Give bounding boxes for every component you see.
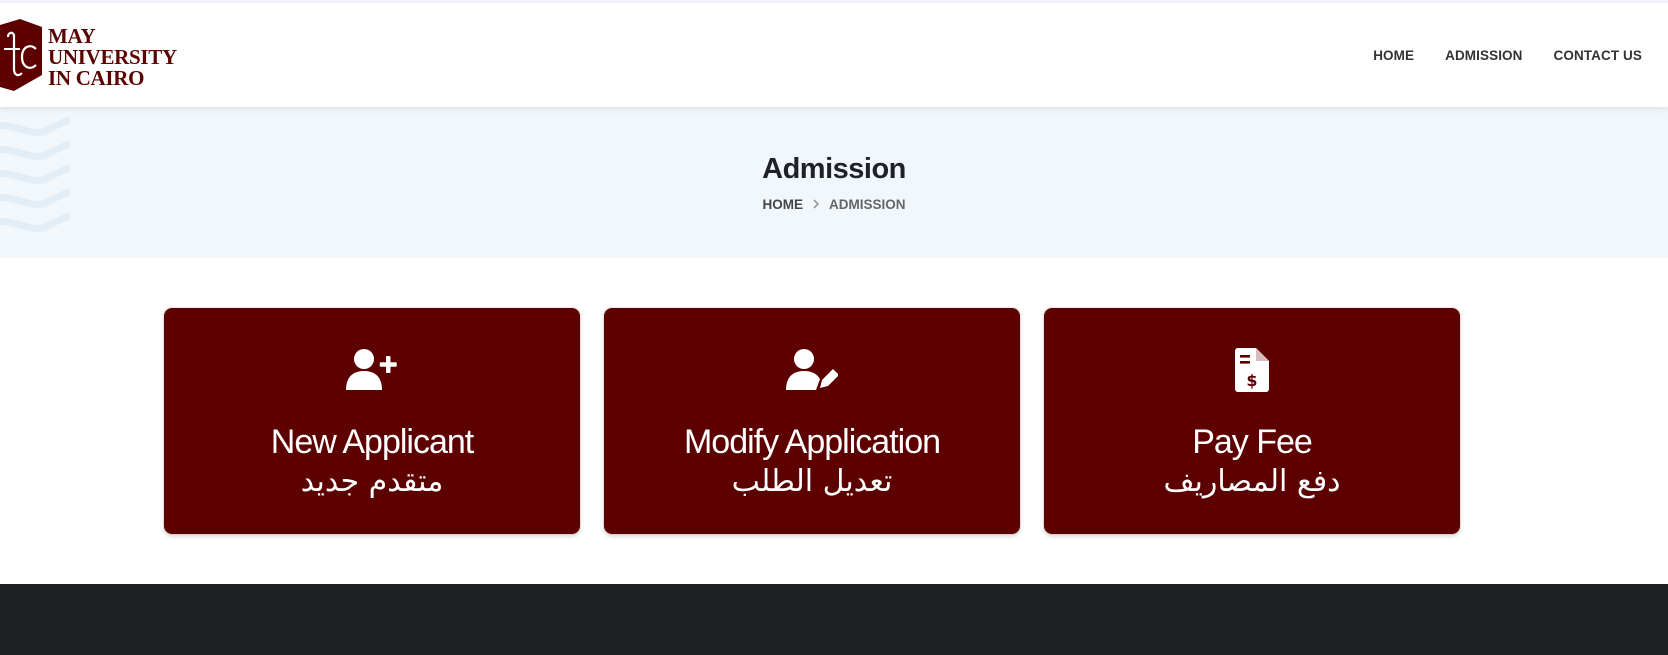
new-applicant-card[interactable]: New Applicant متقدم جديد bbox=[164, 308, 580, 534]
logo-line-3: IN CAIRO bbox=[48, 65, 145, 90]
page-title: Admission bbox=[762, 153, 906, 185]
nav-contact-us[interactable]: CONTACT US bbox=[1554, 48, 1643, 63]
page-banner: Admission HOME ADMISSION bbox=[0, 107, 1668, 258]
nav-admission[interactable]: ADMISSION bbox=[1445, 48, 1522, 63]
invoice-dollar-icon: $ bbox=[1044, 348, 1460, 392]
card-subtitle: متقدم جديد bbox=[300, 464, 444, 499]
card-subtitle: دفع المصاريف bbox=[1163, 464, 1341, 499]
card-title: Pay Fee bbox=[1192, 423, 1313, 461]
logo-wordmark: MAY UNIVERSITY IN CAIRO bbox=[48, 23, 177, 90]
breadcrumb-current: ADMISSION bbox=[828, 197, 906, 212]
user-plus-icon bbox=[164, 348, 580, 392]
main-nav: HOME ADMISSION CONTACT US bbox=[1342, 3, 1642, 107]
site-header: MAY UNIVERSITY IN CAIRO HOME ADMISSION C… bbox=[0, 3, 1668, 107]
admission-options: New Applicant متقدم جديد Modify Applicat… bbox=[164, 308, 1460, 534]
modify-application-card[interactable]: Modify Application تعديل الطلب bbox=[604, 308, 1020, 534]
logo-crest-icon bbox=[0, 19, 42, 91]
chevron-right-icon bbox=[812, 197, 820, 212]
card-title: Modify Application bbox=[683, 423, 941, 461]
card-title: New Applicant bbox=[270, 423, 474, 461]
user-edit-icon bbox=[604, 348, 1020, 392]
svg-text:$: $ bbox=[1246, 371, 1257, 390]
pay-fee-card[interactable]: $ Pay Fee دفع المصاريف bbox=[1044, 308, 1460, 534]
logo-line-2: UNIVERSITY bbox=[48, 44, 177, 69]
card-subtitle: تعديل الطلب bbox=[731, 464, 893, 499]
breadcrumb-home[interactable]: HOME bbox=[762, 197, 803, 212]
university-logo[interactable]: MAY UNIVERSITY IN CAIRO bbox=[0, 17, 177, 97]
logo-line-1: MAY bbox=[48, 23, 96, 48]
site-footer bbox=[0, 584, 1668, 655]
breadcrumb: HOME ADMISSION bbox=[0, 197, 1668, 212]
nav-home[interactable]: HOME bbox=[1373, 48, 1414, 63]
